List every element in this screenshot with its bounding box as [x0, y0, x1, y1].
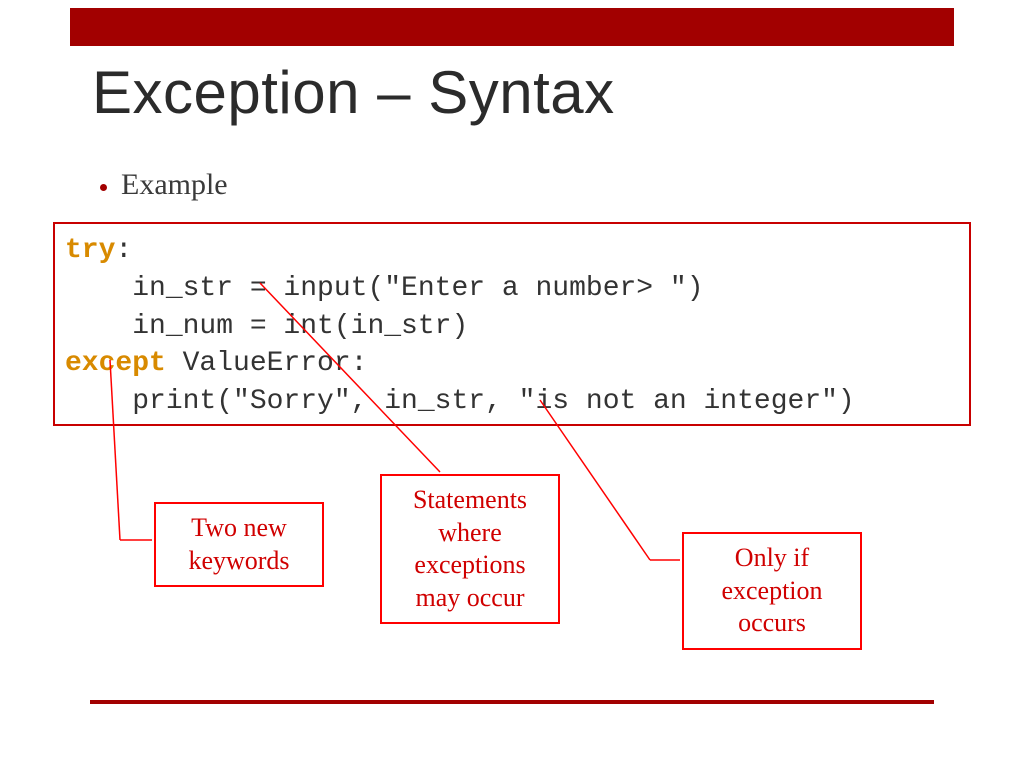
slide-title: Exception – Syntax — [92, 58, 615, 127]
callout-keywords: Two new keywords — [154, 502, 324, 587]
bullet-dot-icon — [100, 184, 107, 191]
callout-statements: Statements where exceptions may occur — [380, 474, 560, 624]
footer-divider — [90, 700, 934, 704]
code-line: print("Sorry", in_str, "is not an intege… — [65, 386, 855, 417]
code-text: ValueError: — [166, 348, 368, 379]
code-text: : — [115, 235, 132, 266]
code-line: in_num = int(in_str) — [65, 311, 468, 342]
keyword-try: try — [65, 235, 115, 266]
keyword-except: except — [65, 348, 166, 379]
bullet-text: Example — [121, 168, 228, 202]
code-block: try: in_str = input("Enter a number> ") … — [53, 222, 971, 426]
bullet-item: Example — [100, 168, 228, 202]
code-line: in_str = input("Enter a number> ") — [65, 273, 704, 304]
header-bar — [70, 8, 954, 46]
callout-only-if: Only if exception occurs — [682, 532, 862, 650]
